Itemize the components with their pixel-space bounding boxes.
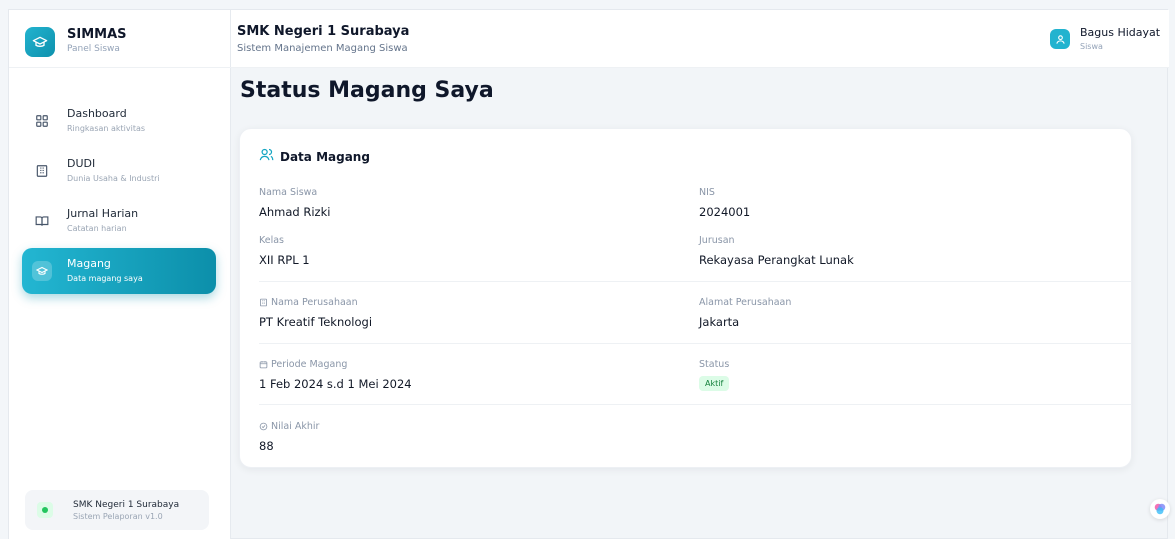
building-icon [260,298,267,307]
users-icon [259,147,274,166]
field-periode: Periode Magang 1 Feb 2024 s.d 1 Mei 2024 [259,359,412,391]
sidebar-item-jurnal[interactable]: Jurnal Harian Catatan harian [22,198,216,244]
field-alamat-perusahaan: Alamat Perusahaan Jakarta [699,297,791,329]
field-value: XII RPL 1 [259,253,310,267]
sidebar-item-label: Dashboard [67,107,127,120]
building-icon [33,162,51,180]
status-badge: Aktif [699,376,730,391]
footer-title: SMK Negeri 1 Surabaya [73,500,180,510]
user-avatar-icon[interactable] [1050,29,1070,49]
calendar-icon [259,361,268,369]
card-title: Data Magang [280,149,370,164]
field-value: Ahmad Rizki [259,205,331,219]
divider [259,281,1131,282]
award-icon [259,422,268,431]
card-header: Data Magang [259,147,370,166]
assistant-icon[interactable] [1150,499,1170,519]
field-label: Nama Perusahaan [259,297,372,308]
divider [259,404,1131,405]
field-status: Status Aktif [699,359,730,391]
sidebar-item-sub: Dunia Usaha & Industri [67,174,160,183]
field-label: Nilai Akhir [259,421,319,432]
field-label-text: Nama Perusahaan [271,297,358,308]
page-title: Status Magang Saya [240,78,494,103]
sidebar-item-sub: Data magang saya [67,274,143,283]
sidebar-item-dudi[interactable]: DUDI Dunia Usaha & Industri [22,148,216,194]
field-label: Status [699,359,730,370]
field-value: PT Kreatif Teknologi [259,315,373,329]
field-value: Jakarta [699,315,740,329]
brand-subtitle: Panel Siswa [67,44,120,54]
field-value: 1 Feb 2024 s.d 1 Mei 2024 [259,377,412,391]
book-icon [33,212,51,230]
brand-title: SIMMAS [67,27,127,42]
sidebar-item-magang[interactable]: Magang Data magang saya [22,248,216,294]
sidebar-item-dashboard[interactable]: Dashboard Ringkasan aktivitas [22,98,216,144]
field-nis: NIS 2024001 [699,187,750,219]
field-label-text: Periode Magang [271,359,348,370]
grid-icon [33,112,51,130]
sidebar: SIMMAS Panel Siswa Dashboard Ringkasan a… [9,10,231,539]
field-label: Kelas [259,235,285,246]
sidebar-item-label: Jurnal Harian [67,207,139,220]
user-role: Siswa [1080,42,1103,51]
field-label: Alamat Perusahaan [699,297,792,308]
sidebar-item-label: Magang [67,257,111,270]
status-dot-icon [37,502,53,518]
sidebar-item-sub: Catatan harian [67,224,127,233]
field-label: Jurusan [699,235,735,246]
app-subtitle: Sistem Manajemen Magang Siswa [237,43,408,54]
field-nilai: Nilai Akhir 88 [259,421,319,453]
user-name[interactable]: Bagus Hidayat [1080,26,1160,39]
field-label-text: Nilai Akhir [271,421,320,432]
internship-card: Data Magang Nama Siswa Ahmad Rizki NIS 2… [239,128,1132,468]
sidebar-item-sub: Ringkasan aktivitas [67,124,146,133]
divider [259,343,1131,344]
header: SMK Negeri 1 Surabaya Sistem Manajemen M… [231,10,1169,68]
graduation-cap-icon [32,261,52,281]
field-label: Periode Magang [259,359,412,370]
footer-subtitle: Sistem Pelaporan v1.0 [73,512,163,521]
field-label: Nama Siswa [259,187,318,198]
field-jurusan: Jurusan Rekayasa Perangkat Lunak [699,235,854,267]
field-value: 88 [259,439,274,453]
field-value: Rekayasa Perangkat Lunak [699,253,854,267]
field-label: NIS [699,187,715,198]
sidebar-item-label: DUDI [67,157,96,170]
field-value: 2024001 [699,205,751,219]
graduation-cap-icon [25,27,55,57]
school-name: SMK Negeri 1 Surabaya [237,24,410,39]
field-kelas: Kelas XII RPL 1 [259,235,310,267]
footer-card: SMK Negeri 1 Surabaya Sistem Pelaporan v… [25,490,209,530]
field-nama-siswa: Nama Siswa Ahmad Rizki [259,187,330,219]
brand: SIMMAS Panel Siswa [9,10,231,68]
field-nama-perusahaan: Nama Perusahaan PT Kreatif Teknologi [259,297,372,329]
